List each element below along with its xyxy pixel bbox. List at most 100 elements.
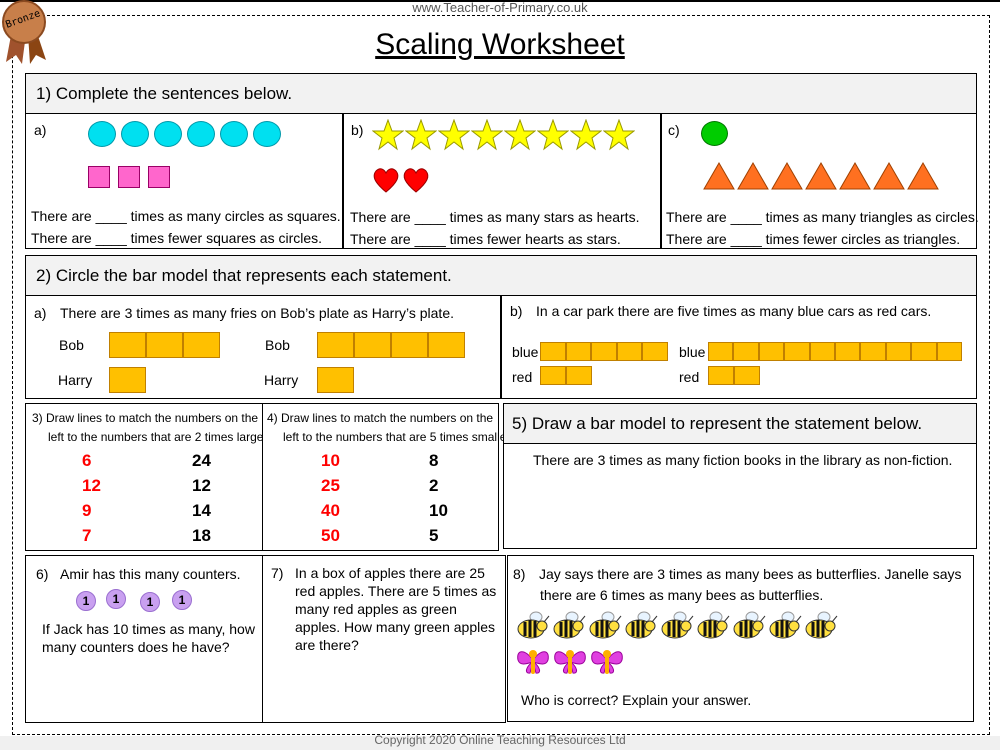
answer-area[interactable] [504, 474, 976, 548]
bar-cell [183, 332, 220, 358]
q5-title: 5) Draw a bar model to represent the sta… [504, 404, 976, 444]
circles-group [88, 121, 281, 147]
q7-line: In a box of apples there are 25 [295, 565, 485, 581]
bob-bar-model-1[interactable] [109, 332, 220, 358]
bob-bar-model-2[interactable] [317, 332, 465, 358]
butterfly-icon [517, 650, 549, 674]
heart-icon [403, 168, 429, 193]
star-icon [504, 119, 536, 151]
right-number[interactable]: 2 [429, 476, 438, 496]
butterfly-icon [554, 650, 586, 674]
bar-cell [708, 342, 734, 361]
bar-cell [109, 367, 146, 393]
left-number[interactable]: 12 [82, 476, 101, 496]
right-number[interactable]: 8 [429, 451, 438, 471]
triangle-icon [703, 162, 735, 190]
q2b-label: b) [510, 303, 523, 319]
bee-icon [661, 611, 694, 639]
question-6: 6) Amir has this many counters. 1111 If … [25, 555, 263, 723]
q2a-label: a) [34, 305, 47, 321]
right-number[interactable]: 24 [192, 451, 211, 471]
star-icon [603, 119, 635, 151]
right-number[interactable]: 12 [192, 476, 211, 496]
q8-line-1: Jay says there are 3 times as many bees … [539, 566, 962, 582]
square-shape [88, 166, 110, 188]
circle-shape [121, 121, 149, 147]
circle-shape [187, 121, 215, 147]
bee-icon [553, 611, 586, 639]
star-icon [570, 119, 602, 151]
blue-label: blue [679, 344, 706, 360]
green-circle [701, 121, 728, 146]
left-number[interactable]: 7 [82, 526, 91, 546]
q1c-sentence-2: There are ____ times fewer circles as tr… [666, 231, 961, 247]
left-number[interactable]: 10 [321, 451, 340, 471]
left-number[interactable]: 9 [82, 501, 91, 521]
q4-line-1: 4) Draw lines to match the numbers on th… [267, 411, 494, 425]
right-number[interactable]: 18 [192, 526, 211, 546]
harry-label: Harry [264, 372, 299, 388]
red-bar-model-1[interactable] [540, 366, 592, 385]
hearts-group [372, 166, 430, 194]
right-number[interactable]: 5 [429, 526, 438, 546]
triangle-icon [907, 162, 939, 190]
stars-group [372, 119, 635, 151]
q8-question: Who is correct? Explain your answer. [521, 692, 752, 708]
left-number[interactable]: 40 [321, 501, 340, 521]
circle-shape [220, 121, 248, 147]
q3-line-1: 3) Draw lines to match the numbers on th… [32, 411, 259, 425]
q7-line: are there? [295, 637, 359, 653]
q4-line-2: left to the numbers that are 5 times sma… [283, 430, 514, 444]
question-3: 3) Draw lines to match the numbers on th… [25, 403, 270, 551]
q7-line: red apples. There are 5 times as [295, 583, 497, 599]
q7-line: apples. How many green apples [295, 619, 496, 635]
bar-cell [936, 342, 962, 361]
q6-line-3: many counters does he have? [42, 639, 230, 655]
bar-cell [146, 332, 183, 358]
right-number[interactable]: 10 [429, 501, 448, 521]
q1c-sentence-1: There are ____ times as many triangles a… [666, 209, 979, 225]
bee-icon [697, 611, 730, 639]
bees-group [516, 610, 839, 642]
red-bar-model-2[interactable] [708, 366, 760, 385]
bar-cell [784, 342, 810, 361]
bee-icon [733, 611, 766, 639]
harry-bar-model-2[interactable] [317, 367, 354, 393]
heart-icon [373, 168, 399, 193]
blue-bar-model-1[interactable] [540, 342, 668, 361]
right-number[interactable]: 14 [192, 501, 211, 521]
bee-icon [805, 611, 838, 639]
q2a-text: There are 3 times as many fries on Bob’s… [60, 305, 454, 321]
q7-number: 7) [271, 565, 284, 581]
copyright: Copyright 2020 Online Teaching Resources… [374, 733, 626, 747]
harry-bar-model-1[interactable] [109, 367, 146, 393]
left-number[interactable]: 6 [82, 451, 91, 471]
bar-cell [733, 342, 759, 361]
bob-label: Bob [59, 337, 84, 353]
left-number[interactable]: 50 [321, 526, 340, 546]
q1b-label: b) [351, 122, 364, 138]
q1b-sentence-2: There are ____ times fewer hearts as sta… [350, 231, 621, 247]
bar-cell [428, 332, 465, 358]
bee-icon [769, 611, 802, 639]
bar-cell [540, 366, 566, 385]
q1-title: 1) Complete the sentences below. [26, 74, 976, 114]
q2-title: 2) Circle the bar model that represents … [26, 256, 976, 296]
q1a-label: a) [34, 122, 47, 138]
bar-cell [317, 332, 354, 358]
q8-line-2: there are 6 times as many bees as butter… [540, 587, 824, 603]
bar-cell [566, 366, 592, 385]
q1c-label: c) [668, 122, 680, 138]
star-icon [438, 119, 470, 151]
bar-cell [860, 342, 886, 361]
counter: 1 [140, 592, 160, 612]
divider [342, 114, 344, 248]
blue-bar-model-2[interactable] [708, 342, 962, 361]
left-number[interactable]: 25 [321, 476, 340, 496]
star-icon [405, 119, 437, 151]
butterflies-group [516, 646, 624, 676]
circle-shape [154, 121, 182, 147]
triangle-icon [737, 162, 769, 190]
counter: 1 [172, 590, 192, 610]
bar-cell [834, 342, 861, 361]
